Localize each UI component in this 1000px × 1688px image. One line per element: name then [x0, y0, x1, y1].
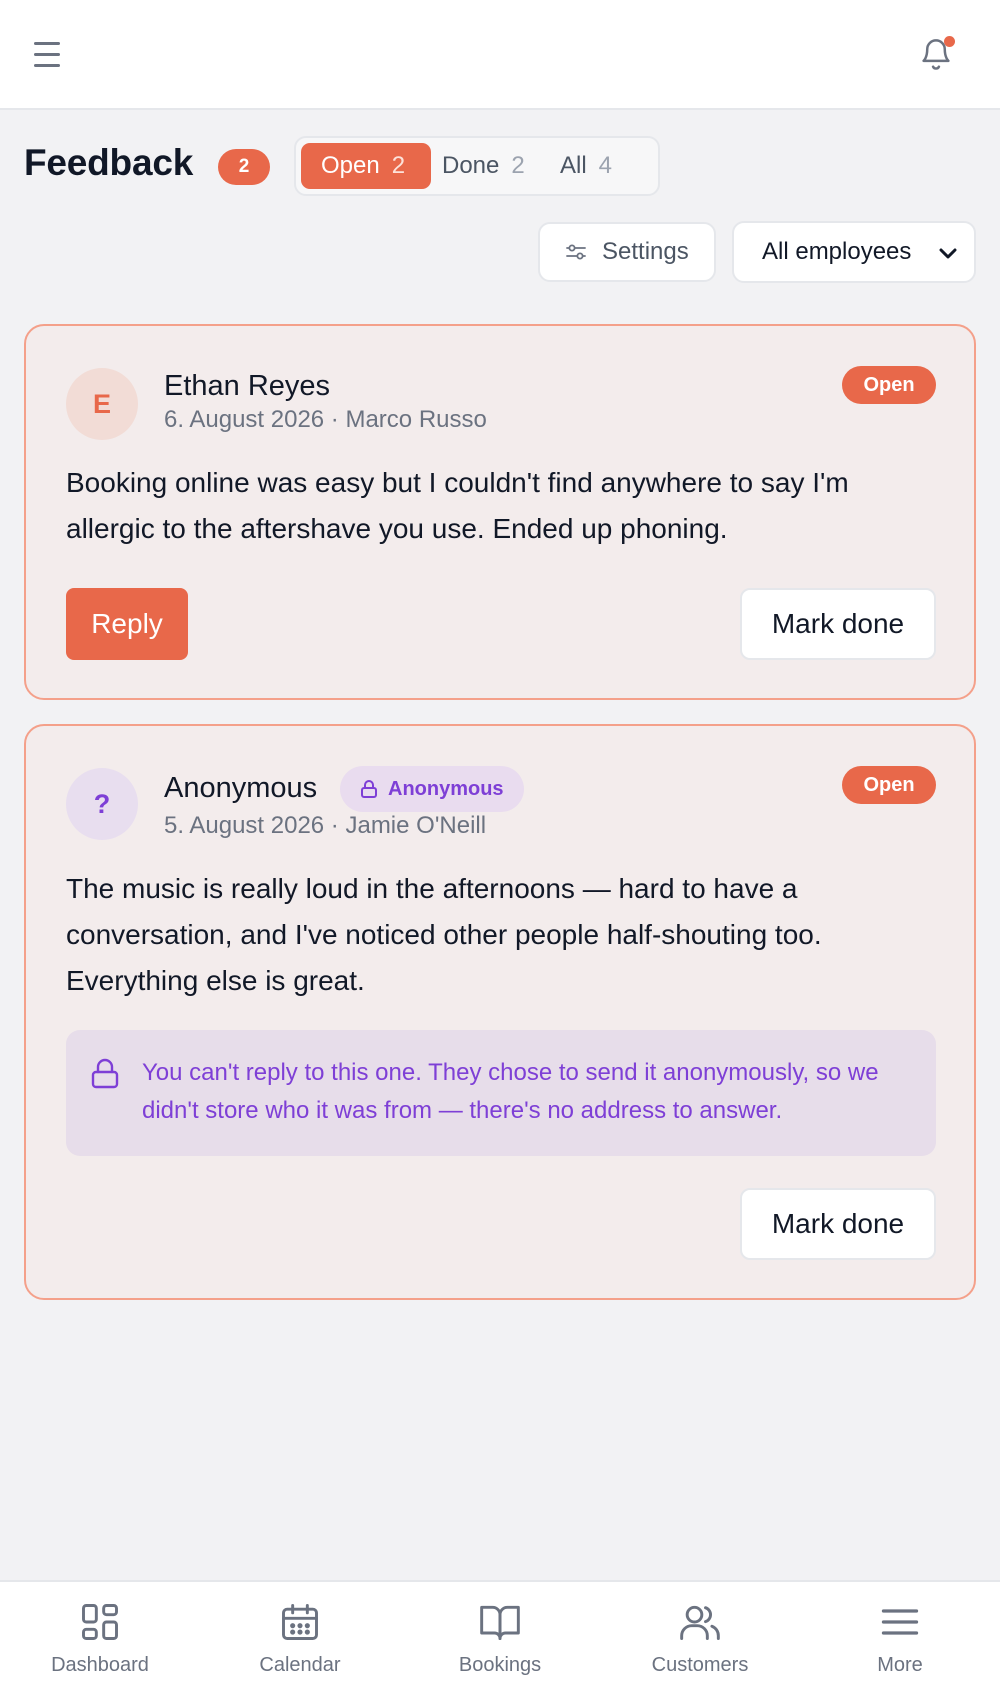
feedback-meta: 5. August 2026 · Jamie O'Neill: [164, 812, 487, 839]
feedback-message: Booking online was easy but I couldn't f…: [66, 467, 849, 544]
more-menu-icon: [881, 1609, 919, 1635]
employee-filter-value: All employees: [762, 238, 912, 265]
tab-open[interactable]: Open 2: [301, 143, 431, 189]
tab-count: 2: [391, 152, 406, 179]
top-bar: [0, 0, 1000, 110]
tab-count: 2: [511, 152, 525, 179]
nav-label: Dashboard: [51, 1654, 149, 1676]
tab-label: Open: [321, 152, 380, 179]
nav-bookings[interactable]: Bookings: [400, 1582, 600, 1688]
nav-label: More: [877, 1654, 923, 1676]
book-icon: [480, 1605, 520, 1640]
nav-label: Bookings: [458, 1654, 542, 1676]
hamburger-menu-icon[interactable]: [34, 42, 62, 68]
status-badge: Open: [842, 766, 936, 804]
tab-all[interactable]: All 4: [560, 143, 612, 189]
nav-label: Calendar: [259, 1654, 341, 1676]
feedback-meta: 6. August 2026 · Marco Russo: [164, 406, 487, 433]
chevron-down-icon: [939, 248, 957, 259]
tab-label: All: [560, 152, 587, 179]
lock-icon: [361, 780, 377, 798]
anonymous-notice: You can't reply to this one. They chose …: [66, 1030, 936, 1156]
mark-done-button[interactable]: Mark done: [740, 588, 936, 660]
lock-icon: [91, 1058, 119, 1089]
customer-name: Anonymous: [164, 772, 318, 804]
nav-calendar[interactable]: Calendar: [200, 1582, 400, 1688]
feedback-card: ? Anonymous Anonymous 5. August 2026 · J…: [24, 724, 976, 1300]
tab-count: 4: [598, 152, 613, 179]
anonymous-chip-label: Anonymous: [388, 777, 504, 800]
avatar: ?: [66, 768, 138, 840]
feedback-message: The music is really loud in the afternoo…: [66, 873, 822, 996]
employee-filter-select[interactable]: All employees: [732, 221, 976, 283]
anonymous-chip: Anonymous: [340, 766, 524, 812]
notification-dot: [944, 36, 955, 47]
tab-label: Done: [442, 152, 500, 179]
sliders-icon: [566, 244, 586, 260]
page-title: Feedback: [24, 142, 194, 183]
feedback-card: E Ethan Reyes 6. August 2026 · Marco Rus…: [24, 324, 976, 700]
anonymous-notice-text: You can't reply to this one. They chose …: [142, 1059, 879, 1124]
mark-done-button[interactable]: Mark done: [740, 1188, 936, 1260]
avatar: E: [66, 368, 138, 440]
tab-done[interactable]: Done 2: [442, 143, 525, 189]
status-tabs: Open 2 Done 2 All 4: [294, 136, 660, 196]
settings-button[interactable]: Settings: [538, 222, 716, 282]
customer-name: Ethan Reyes: [164, 370, 331, 402]
open-count-badge: 2: [218, 149, 270, 185]
bottom-nav: Dashboard Calendar Bookings Customers Mo…: [0, 1580, 1000, 1688]
status-badge: Open: [842, 366, 936, 404]
nav-more[interactable]: More: [800, 1582, 1000, 1688]
dashboard-icon: [82, 1604, 118, 1640]
users-icon: [680, 1605, 720, 1640]
settings-label: Settings: [602, 238, 689, 265]
reply-button[interactable]: Reply: [66, 588, 188, 660]
calendar-icon: [282, 1604, 318, 1640]
nav-label: Customers: [651, 1654, 749, 1676]
nav-customers[interactable]: Customers: [600, 1582, 800, 1688]
nav-dashboard[interactable]: Dashboard: [0, 1582, 200, 1688]
